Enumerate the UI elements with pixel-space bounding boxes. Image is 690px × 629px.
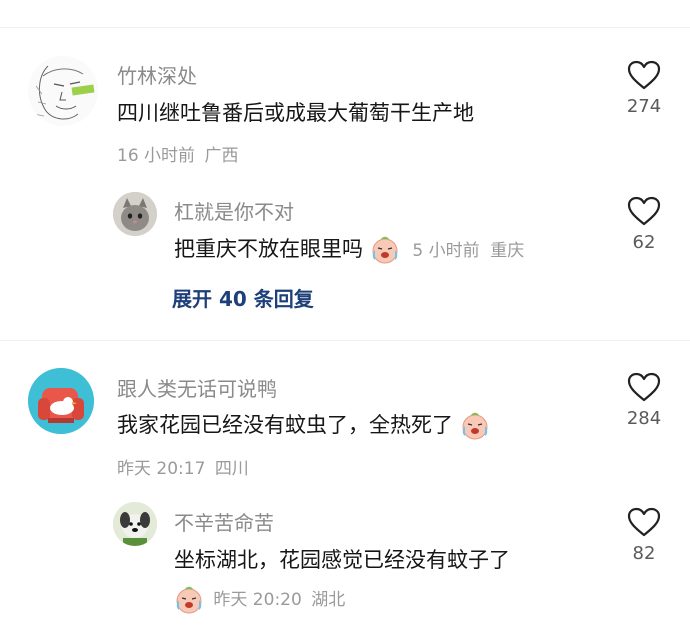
reply-username[interactable]: 杠就是你不对 [174,196,294,225]
heart-icon[interactable] [627,196,661,226]
reply-text[interactable]: 坐标湖北，花园感觉已经没有蚊子了 [174,544,510,574]
comment-meta: 16 小时前 广西 [117,141,238,166]
avatar[interactable] [28,56,98,126]
comment-location: 广西 [204,146,239,166]
heart-icon[interactable] [627,507,661,537]
comment-time: 昨天 20:17 [117,459,206,479]
comment-text-line: 我家花园已经没有蚊虫了，全热死了 [117,409,490,440]
crying-face-emoji [176,586,202,614]
crying-face-emoji [372,236,398,264]
expand-replies-link[interactable]: 展开 40 条回复 [172,283,314,312]
comment-time: 16 小时前 [117,146,196,166]
top-divider [0,27,690,28]
crying-face-emoji [462,412,488,440]
like-count: 284 [626,408,662,429]
comment-location: 四川 [214,459,249,479]
reply-text[interactable]: 把重庆不放在眼里吗 [174,237,363,261]
comment-username[interactable]: 竹林深处 [117,60,197,89]
heart-icon[interactable] [627,60,661,90]
heart-icon[interactable] [627,372,661,402]
reply-like-button[interactable]: 62 [612,196,676,253]
reply-like-count: 82 [632,543,656,564]
like-button[interactable]: 274 [612,60,676,117]
reply-like-button[interactable]: 82 [612,507,676,564]
reply-avatar[interactable] [113,192,157,236]
reply-location: 湖北 [311,590,346,610]
reply-time: 5 小时前 [412,241,480,261]
reply-avatar[interactable] [113,502,157,546]
comment-text[interactable]: 我家花园已经没有蚊虫了，全热死了 [117,413,453,437]
reply-time: 昨天 20:20 [213,590,302,610]
reply-location: 重庆 [490,241,525,261]
comment-divider [0,340,690,341]
like-count: 274 [626,96,662,117]
reply-username[interactable]: 不辛苦命苦 [174,507,274,536]
reply-meta: 昨天 20:20 湖北 [174,585,345,614]
reply-text-line: 把重庆不放在眼里吗 5 小时前 重庆 [174,233,524,264]
like-button[interactable]: 284 [612,372,676,429]
avatar[interactable] [28,368,94,434]
comment-meta: 昨天 20:17 四川 [117,454,249,479]
comment-text[interactable]: 四川继吐鲁番后或成最大葡萄干生产地 [117,97,474,127]
comment-username[interactable]: 跟人类无话可说鸭 [117,373,277,402]
reply-like-count: 62 [632,232,656,253]
